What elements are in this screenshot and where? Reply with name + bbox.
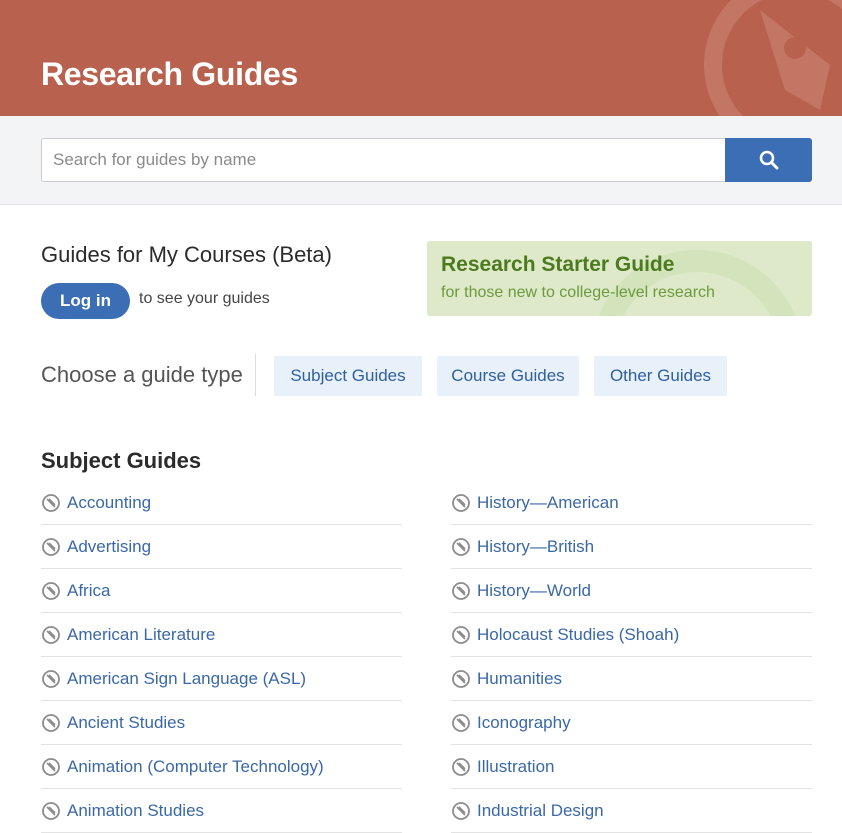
guide-link[interactable]: Humanities [477,669,562,689]
guide-link[interactable]: Holocaust Studies (Shoah) [477,625,679,645]
list-item[interactable]: Holocaust Studies (Shoah) [451,613,812,657]
page-title: Research Guides [41,56,298,92]
guide-link[interactable]: History—American [477,493,619,513]
compass-icon [42,493,60,512]
search-bar [0,116,842,205]
compass-icon [42,625,60,644]
compass-icon [452,801,470,820]
tab-subject-guides[interactable]: Subject Guides [274,356,422,396]
compass-decoration-icon [704,0,842,116]
subject-guides-right-column: History—American History—British History… [451,481,812,833]
list-item[interactable]: History—American [451,481,812,525]
list-item[interactable]: History—British [451,525,812,569]
guide-link[interactable]: American Literature [67,625,215,645]
list-item[interactable]: American Sign Language (ASL) [41,657,402,701]
search-input[interactable] [41,138,725,182]
login-button[interactable]: Log in [41,283,130,319]
guide-link[interactable]: Industrial Design [477,801,604,821]
list-item[interactable]: Humanities [451,657,812,701]
compass-icon [42,757,60,776]
compass-icon [42,801,60,820]
list-item[interactable]: Africa [41,569,402,613]
search-button[interactable] [725,138,812,182]
list-item[interactable]: Animation (Computer Technology) [41,745,402,789]
compass-icon [42,669,60,688]
guide-link[interactable]: Advertising [67,537,151,557]
login-note: to see your guides [139,290,270,307]
starter-subtitle: for those new to college-level research [441,284,715,301]
compass-icon [42,537,60,556]
research-starter-card[interactable]: Research Starter Guide for those new to … [427,241,812,316]
compass-icon [452,581,470,600]
subject-guides-heading: Subject Guides [41,448,202,473]
list-item[interactable]: Animation Studies [41,789,402,833]
tab-other-guides[interactable]: Other Guides [594,356,727,396]
compass-icon [42,581,60,600]
guide-link[interactable]: History—British [477,537,594,557]
compass-icon [452,493,470,512]
guide-link[interactable]: Accounting [67,493,151,513]
divider [255,354,256,396]
site-header: Research Guides [0,0,842,116]
list-item[interactable]: Illustration [451,745,812,789]
compass-icon [452,625,470,644]
list-item[interactable]: Advertising [41,525,402,569]
list-item[interactable]: Industrial Design [451,789,812,833]
search-icon [759,150,778,170]
guide-link[interactable]: History—World [477,581,591,601]
guide-link[interactable]: Animation (Computer Technology) [67,757,324,777]
guide-link[interactable]: American Sign Language (ASL) [67,669,306,689]
guide-link[interactable]: Africa [67,581,110,601]
guide-type-label: Choose a guide type [41,362,243,387]
list-item[interactable]: Ancient Studies [41,701,402,745]
compass-icon [452,713,470,732]
list-item[interactable]: History—World [451,569,812,613]
subject-guides-left-column: Accounting Advertising Africa American L… [41,481,402,833]
guide-link[interactable]: Iconography [477,713,571,733]
list-item[interactable]: Accounting [41,481,402,525]
guide-link[interactable]: Animation Studies [67,801,204,821]
list-item[interactable]: American Literature [41,613,402,657]
tab-course-guides[interactable]: Course Guides [437,356,579,396]
courses-heading: Guides for My Courses (Beta) [41,242,332,267]
compass-icon [452,757,470,776]
starter-title: Research Starter Guide [441,253,675,276]
compass-icon [452,669,470,688]
compass-icon [452,537,470,556]
guide-link[interactable]: Ancient Studies [67,713,185,733]
list-item[interactable]: Iconography [451,701,812,745]
guide-link[interactable]: Illustration [477,757,554,777]
compass-icon [42,713,60,732]
